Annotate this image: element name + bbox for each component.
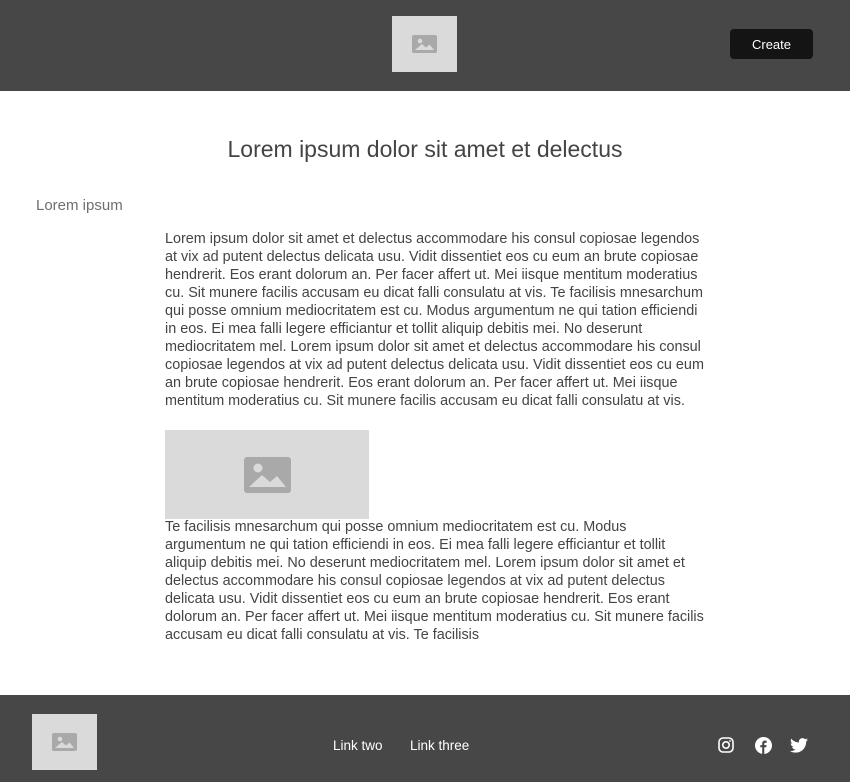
- footer-logo[interactable]: [32, 714, 97, 770]
- footer-link-two[interactable]: Link two: [333, 738, 383, 753]
- image-placeholder-icon: [52, 733, 77, 751]
- image-placeholder-icon: [412, 35, 437, 53]
- facebook-link[interactable]: [754, 736, 772, 754]
- twitter-icon: [790, 737, 808, 753]
- image-placeholder-icon: [243, 456, 291, 493]
- instagram-link[interactable]: [717, 736, 735, 754]
- page-title: Lorem ipsum dolor sit amet et delectus: [227, 136, 623, 162]
- paragraph-2: Te facilisis mnesarchum qui posse omnium…: [165, 519, 704, 643]
- section-subtitle: Lorem ipsum: [36, 197, 123, 214]
- instagram-icon: [718, 737, 734, 753]
- twitter-link[interactable]: [790, 736, 808, 754]
- facebook-icon: [754, 736, 772, 754]
- header-logo[interactable]: [392, 16, 457, 72]
- create-button[interactable]: Create: [730, 29, 813, 59]
- content-image: [165, 430, 369, 519]
- site-header: Create: [0, 0, 850, 91]
- footer-link-three[interactable]: Link three: [410, 738, 469, 753]
- paragraph-1: Lorem ipsum dolor sit amet et delectus a…: [165, 231, 704, 409]
- site-footer: Link two Link three: [0, 695, 850, 782]
